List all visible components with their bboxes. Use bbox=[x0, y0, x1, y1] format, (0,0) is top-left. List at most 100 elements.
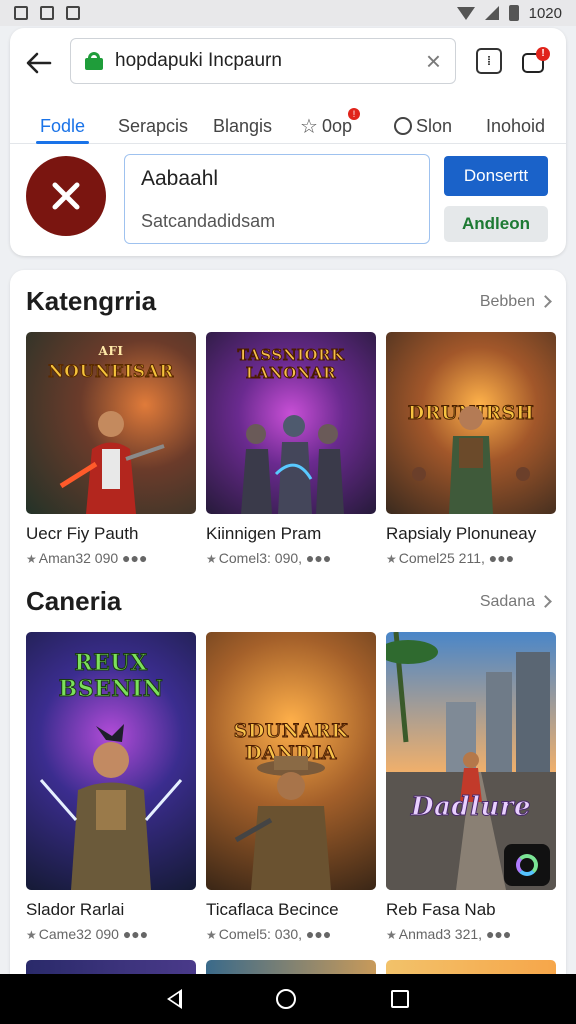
star-icon: ★ bbox=[206, 552, 217, 566]
tab-label: Serapcis bbox=[118, 115, 189, 136]
game-title: Rapsialy Plonuneay bbox=[386, 524, 537, 543]
nav-recents-icon[interactable] bbox=[390, 990, 409, 1008]
character-figure bbox=[59, 411, 165, 514]
game-thumbnail: Dadlure bbox=[386, 632, 556, 890]
character-figure bbox=[241, 415, 344, 514]
tab-inohoid[interactable]: Inohoid bbox=[486, 108, 545, 144]
character-figure bbox=[39, 724, 183, 890]
cart-button[interactable]: ! bbox=[520, 47, 550, 74]
tab-serapcis[interactable]: Serapcis bbox=[118, 108, 188, 144]
back-button[interactable] bbox=[24, 48, 54, 78]
app-ring-icon bbox=[504, 844, 550, 886]
tab-label: Blangis bbox=[213, 115, 273, 136]
circle-icon bbox=[394, 117, 412, 135]
game-thumbnail: SDUNARK DANDIA bbox=[206, 632, 376, 890]
bag-icon: ! bbox=[522, 47, 550, 73]
tab-label: Fodle bbox=[40, 115, 86, 136]
game-card[interactable]: TASSNIORK LANONAR Kiinnigen Pram ★ Comel3… bbox=[206, 332, 376, 566]
nav-home-icon[interactable] bbox=[276, 989, 297, 1009]
star-icon: ★ bbox=[26, 552, 37, 566]
extensions-button[interactable]: ⁞ bbox=[476, 48, 502, 74]
app-subtitle: Satcandadidsam bbox=[141, 211, 276, 231]
section-header: Katengrria Bebben bbox=[26, 286, 552, 317]
see-more-link[interactable]: Sadana bbox=[480, 593, 552, 611]
thumbnail-logo: REUX BSENIN bbox=[58, 650, 164, 703]
game-thumbnail: DRUNIRSH bbox=[386, 332, 556, 514]
game-title: Reb Fasa Nab bbox=[386, 900, 496, 919]
notification-icon bbox=[14, 6, 28, 20]
game-meta: ★ Anmad3 321, ●●● bbox=[386, 926, 556, 942]
game-meta-text: Comel25 211, ●●● bbox=[398, 550, 515, 566]
section-header: Caneria Sadana bbox=[26, 586, 552, 617]
browser-header-card: hopdapuki Incpaurn × ⁞ ! Fodle Serapcis … bbox=[10, 28, 566, 256]
game-card[interactable]: DRUNIRSH Rapsialy Plonuneay ★Comel25 211… bbox=[386, 332, 556, 566]
character-figure bbox=[234, 756, 331, 890]
status-bar: 1020 bbox=[0, 0, 576, 26]
game-title: Uecr Fiy Pauth bbox=[26, 524, 139, 543]
game-meta-text: Aman32 090 ●●● bbox=[38, 550, 148, 566]
primary-action-button[interactable]: Donsertt bbox=[444, 156, 548, 196]
thumbnail-logo: Dadlure bbox=[410, 792, 532, 823]
game-meta: ★ Comel25 211, ●●● bbox=[386, 550, 556, 566]
chevron-right-icon bbox=[539, 295, 552, 308]
content-card: Katengrria Bebben AFI NOUNEISAR Uecr Fiy… bbox=[10, 270, 566, 1024]
tab-oop[interactable]: ☆ 0op ! bbox=[300, 108, 360, 144]
status-time: 1020 bbox=[528, 4, 562, 22]
secondary-action-button[interactable]: Andleon bbox=[444, 206, 548, 242]
clear-search-button[interactable]: × bbox=[426, 48, 441, 74]
signal-icon bbox=[484, 6, 499, 20]
app-summary: Aabaahl Satcandadidsam Donsertt Andleon bbox=[10, 146, 566, 256]
game-card[interactable]: REUX BSENIN Slador Rarlai ★ Came32 090 ●●… bbox=[26, 632, 196, 942]
tab-fodle[interactable]: Fodle bbox=[35, 108, 90, 144]
star-icon: ★ bbox=[386, 552, 397, 566]
game-meta-text: Came32 090 ●●● bbox=[38, 926, 149, 942]
search-bar[interactable]: hopdapuki Incpaurn × bbox=[70, 38, 456, 84]
thumbnail-logo: NOUNEISAR bbox=[48, 362, 174, 383]
game-meta: ★ Came32 090 ●●● bbox=[26, 926, 196, 942]
game-meta: ★ Comel5: 030, ●●● bbox=[206, 926, 376, 942]
nav-back-icon[interactable] bbox=[167, 989, 183, 1009]
tab-label: 0op bbox=[321, 115, 352, 136]
game-thumbnail: TASSNIORK LANONAR bbox=[206, 332, 376, 514]
game-card[interactable]: SDUNARK DANDIA Ticaflaca Becince ★ Comel5… bbox=[206, 632, 376, 942]
star-icon: ★ bbox=[26, 928, 37, 942]
game-thumbnail: AFI NOUNEISAR bbox=[26, 332, 196, 514]
see-more-label: Bebben bbox=[479, 292, 535, 310]
game-card[interactable]: AFI NOUNEISAR Uecr Fiy Pauth ★ Aman32 090… bbox=[26, 332, 196, 566]
star-icon: ☆ bbox=[300, 115, 318, 138]
see-more-link[interactable]: Bebben bbox=[479, 292, 552, 311]
thumbnail-logo: TASSNIORK LANONAR bbox=[237, 346, 345, 383]
game-meta: ★ Comel3: 090, ●●● bbox=[206, 550, 376, 566]
notification-badge: ! bbox=[536, 47, 550, 61]
character-figure bbox=[412, 406, 530, 514]
app-icon[interactable] bbox=[26, 156, 106, 236]
tab-badge: ! bbox=[347, 108, 360, 120]
close-x-icon bbox=[52, 182, 80, 210]
game-title: Slador Rarlai bbox=[26, 900, 125, 919]
battery-icon bbox=[508, 5, 519, 21]
game-meta-text: Comel5: 030, ●●● bbox=[218, 926, 332, 942]
star-icon: ★ bbox=[386, 928, 397, 942]
game-title: Ticaflaca Becince bbox=[206, 900, 339, 919]
star-icon: ★ bbox=[206, 928, 217, 942]
lock-icon bbox=[85, 52, 103, 70]
tab-slon[interactable]: Slon bbox=[394, 108, 452, 144]
tab-label: Slon bbox=[416, 115, 453, 136]
section-title: Caneria bbox=[26, 586, 122, 616]
tab-bar: Fodle Serapcis Blangis ☆ 0op ! Slon Inoh… bbox=[10, 100, 566, 144]
app-info-box[interactable]: Aabaahl Satcandadidsam bbox=[124, 154, 430, 244]
game-meta-text: Comel3: 090, ●●● bbox=[218, 550, 332, 566]
thumbnail-logo-top: AFI bbox=[98, 344, 124, 358]
app-title: Aabaahl bbox=[141, 167, 219, 190]
system-nav-bar bbox=[0, 974, 576, 1024]
game-meta: ★ Aman32 090 ●●● bbox=[26, 550, 196, 566]
search-input[interactable]: hopdapuki Incpaurn bbox=[115, 50, 426, 72]
arrow-left-icon bbox=[26, 52, 52, 74]
game-card[interactable]: Dadlure Reb Fasa Nab ★ Anmad3 321, ●●● bbox=[386, 632, 556, 942]
game-meta-text: Anmad3 321, ●●● bbox=[398, 926, 512, 942]
wifi-icon bbox=[456, 6, 475, 20]
tab-blangis[interactable]: Blangis bbox=[213, 108, 272, 144]
game-thumbnail: REUX BSENIN bbox=[26, 632, 196, 890]
puzzle-icon: ⁞ bbox=[487, 54, 491, 68]
settings-icon bbox=[40, 6, 54, 20]
